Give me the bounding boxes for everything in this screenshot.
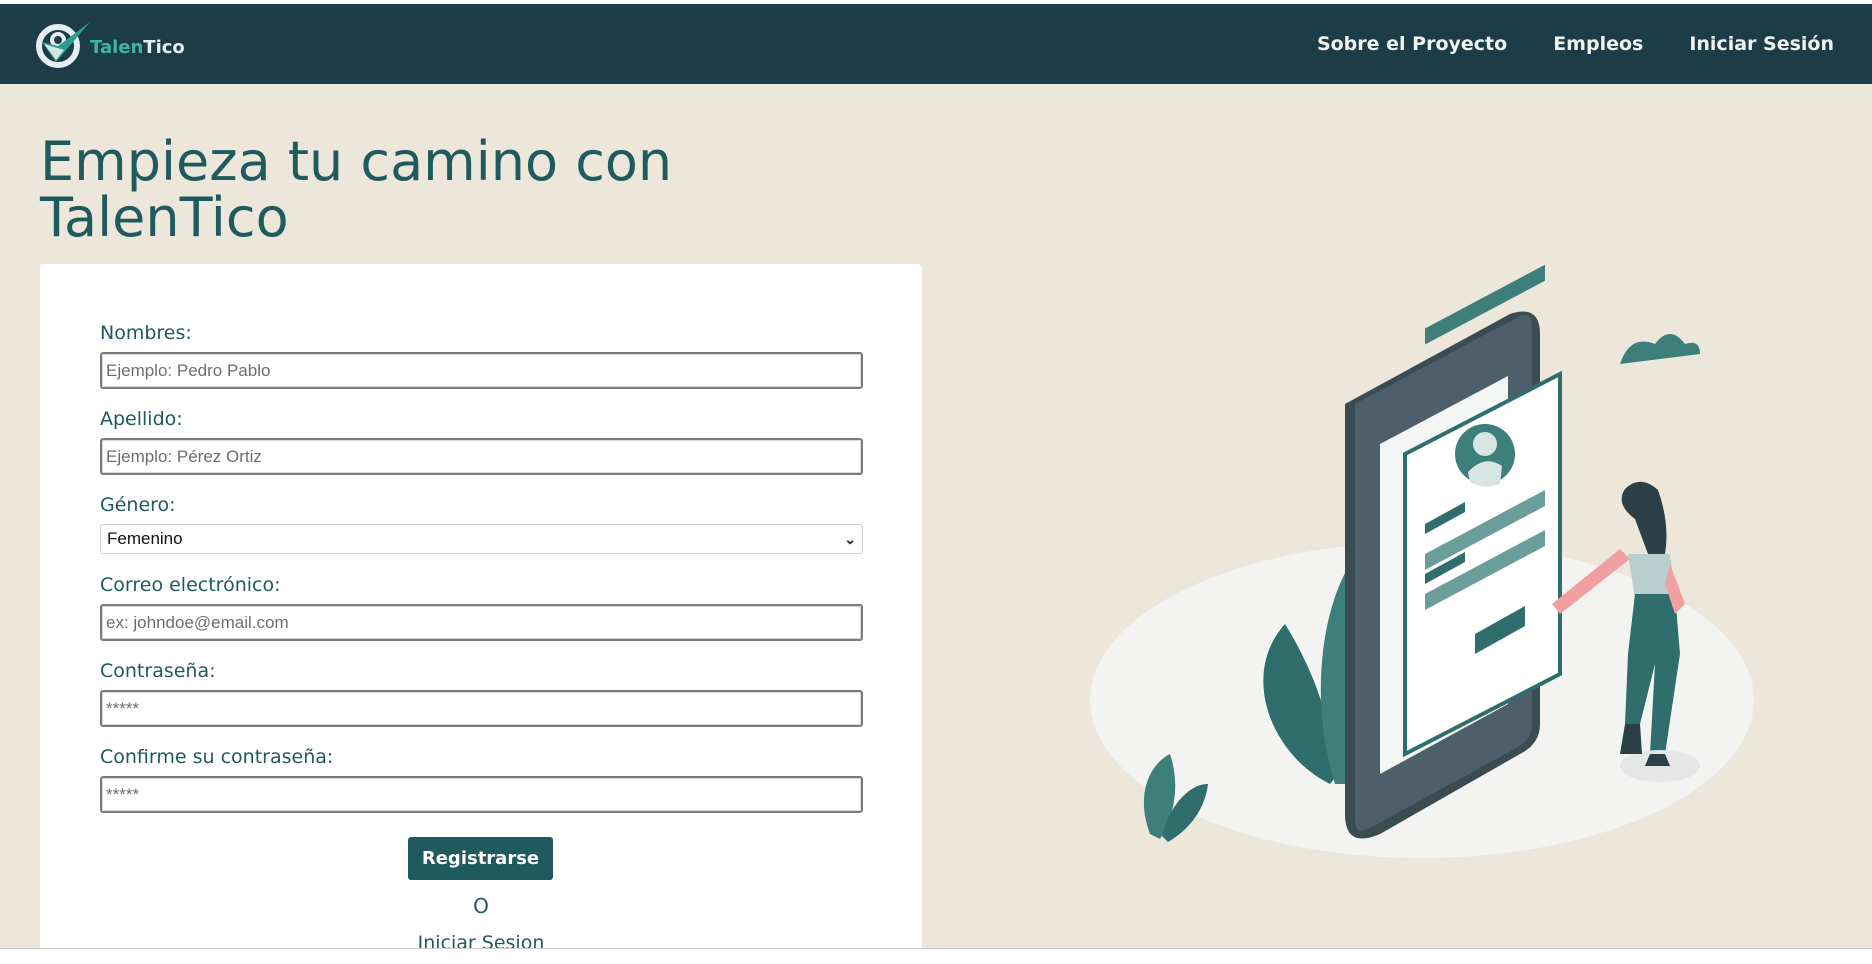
password-label: Contraseña: xyxy=(100,660,216,682)
bottom-border xyxy=(0,948,1872,952)
confirm-password-label: Confirme su contraseña: xyxy=(100,746,334,768)
register-button[interactable]: Registrarse xyxy=(408,837,553,880)
logo[interactable]: TalenTico xyxy=(34,16,185,72)
last-name-label: Apellido: xyxy=(100,408,183,430)
first-name-label: Nombres: xyxy=(100,322,192,344)
gender-select[interactable]: Femenino ⌄ xyxy=(100,524,863,554)
nav-link-jobs[interactable]: Empleos xyxy=(1553,33,1643,55)
gender-label: Género: xyxy=(100,494,176,516)
nav-link-about[interactable]: Sobre el Proyecto xyxy=(1317,33,1507,55)
logo-icon xyxy=(36,22,90,68)
nav-link-login[interactable]: Iniciar Sesión xyxy=(1689,33,1834,55)
gender-selected-value: Femenino xyxy=(107,529,183,548)
confirm-password-input[interactable]: ***** xyxy=(100,776,863,813)
or-divider-text: O xyxy=(473,894,489,918)
registration-form-card: Nombres: Ejemplo: Pedro Pablo Apellido: … xyxy=(40,264,922,964)
signup-illustration xyxy=(1090,264,1754,858)
logo-wordmark: TalenTico xyxy=(90,36,185,58)
first-name-input[interactable]: Ejemplo: Pedro Pablo xyxy=(100,352,863,389)
nav-links: Sobre el Proyecto Empleos Iniciar Sesión xyxy=(1317,4,1834,84)
email-label: Correo electrónico: xyxy=(100,574,281,596)
email-input[interactable]: ex: johndoe@email.com xyxy=(100,604,863,641)
page-title: Empieza tu camino con TalenTico xyxy=(40,130,673,249)
password-input[interactable]: ***** xyxy=(100,690,863,727)
chevron-down-icon: ⌄ xyxy=(844,530,856,547)
last-name-input[interactable]: Ejemplo: Pérez Ortiz xyxy=(100,438,863,475)
navbar: TalenTico Sobre el Proyecto Empleos Inic… xyxy=(0,4,1872,84)
main-content: Empieza tu camino con TalenTico Nombres:… xyxy=(0,84,1872,964)
